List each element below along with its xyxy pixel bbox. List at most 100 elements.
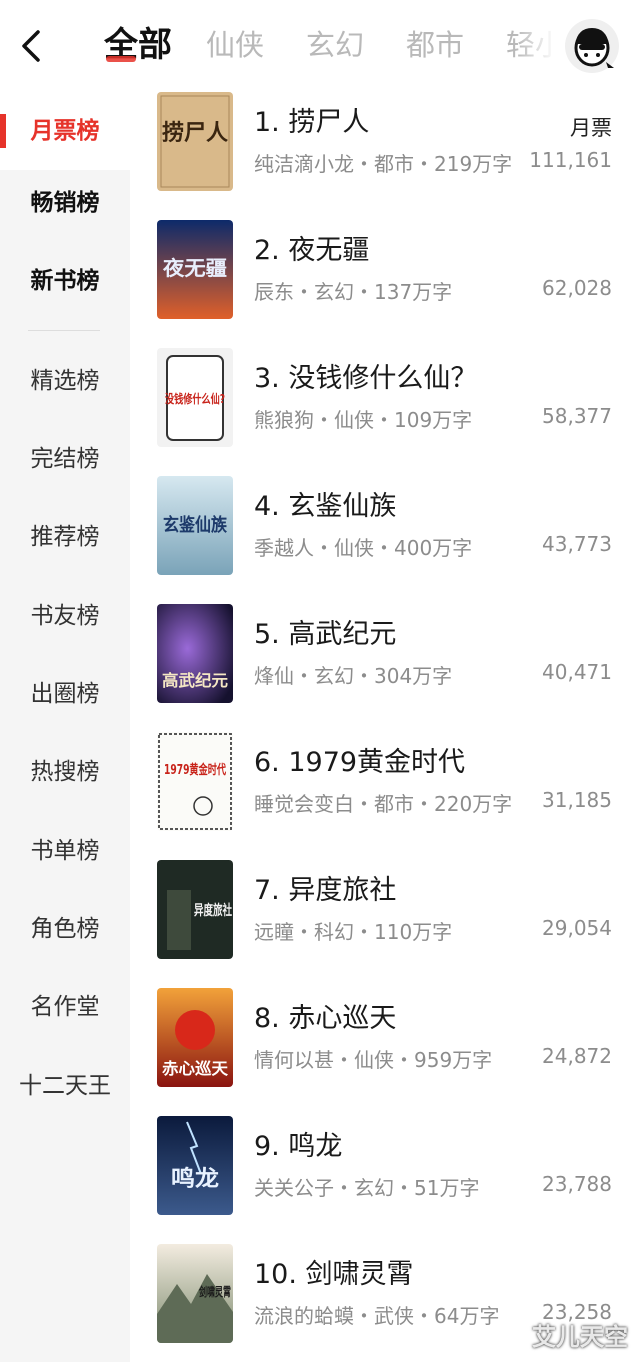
sidebar-item-masterpieces[interactable]: 名作堂 [0, 968, 130, 1046]
book-cover: 夜无疆 [157, 220, 233, 319]
mascot-icon [565, 19, 619, 73]
book-meta: 情何以甚・仙侠・959万字 [254, 1048, 493, 1072]
sidebar-item-completed[interactable]: 完结榜 [0, 420, 130, 498]
sidebar-item-bestseller[interactable]: 畅销榜 [0, 164, 130, 242]
sidebar-item-breakout[interactable]: 出圈榜 [0, 655, 130, 733]
monthly-ticket-count: 31,185 [542, 788, 612, 812]
monthly-ticket-count: 23,788 [542, 1172, 612, 1196]
monthly-ticket-count: 62,028 [542, 276, 612, 300]
monthly-ticket-count: 40,471 [542, 660, 612, 684]
sidebar-item-booklist[interactable]: 书单榜 [0, 812, 130, 890]
book-row[interactable]: 鸣龙 9. 鸣龙 关关公子・玄幻・51万字 23,788 [130, 1116, 640, 1244]
tab-xianxia[interactable]: 仙侠 [206, 22, 264, 68]
sidebar-item-label: 完结榜 [30, 446, 100, 472]
book-meta: 辰东・玄幻・137万字 [254, 280, 453, 304]
sidebar-item-label: 角色榜 [30, 916, 100, 942]
book-title: 3. 没钱修什么仙？ [254, 363, 478, 394]
category-tabs: 全部仙侠玄幻都市轻小说 [104, 22, 556, 72]
sidebar-item-label: 名作堂 [30, 994, 100, 1020]
cover-title: 1979黄金时代 [164, 762, 226, 778]
back-button[interactable] [14, 24, 50, 68]
book-title: 10. 剑啸灵霄 [254, 1259, 414, 1290]
sidebar-item-label: 十二天王 [19, 1073, 111, 1099]
ranking-list: 月票 捞尸人 1. 捞尸人 纯洁滴小龙・都市・219万字 111,161 夜无疆… [130, 92, 640, 1362]
book-meta: 烽仙・玄幻・304万字 [254, 664, 453, 688]
sidebar-item-readers[interactable]: 书友榜 [0, 577, 130, 655]
sidebar-divider [28, 330, 100, 331]
tab-dushi[interactable]: 都市 [406, 22, 464, 68]
book-title: 5. 高武纪元 [254, 619, 397, 650]
cover-title: 高武纪元 [162, 671, 228, 690]
sidebar-item-label: 新书榜 [30, 268, 100, 294]
sidebar-item-label: 畅销榜 [30, 190, 100, 216]
cover-title: 捞尸人 [162, 120, 228, 146]
book-row[interactable]: 夜无疆 2. 夜无疆 辰东・玄幻・137万字 62,028 [130, 220, 640, 348]
book-title: 7. 异度旅社 [254, 875, 397, 906]
sidebar-item-label: 出圈榜 [30, 681, 100, 707]
book-cover: 赤心巡天 [157, 988, 233, 1087]
cover-title: 异度旅社 [194, 902, 232, 919]
sidebar-item-recommended[interactable]: 推荐榜 [0, 498, 130, 576]
monthly-ticket-count: 43,773 [542, 532, 612, 556]
watermark: 艾儿天空 [532, 1323, 628, 1351]
monthly-ticket-count: 29,054 [542, 916, 612, 940]
book-cover: 鸣龙 [157, 1116, 233, 1215]
active-indicator [0, 114, 6, 148]
book-row[interactable]: 1979黄金时代 6. 1979黄金时代 睡觉会变白・都市・220万字 31,1… [130, 732, 640, 860]
sidebar-item-label: 热搜榜 [30, 759, 100, 785]
book-meta: 关关公子・玄幻・51万字 [254, 1176, 480, 1200]
book-cover: 玄鉴仙族 [157, 476, 233, 575]
sidebar-item-label: 月票榜 [30, 118, 100, 144]
tab-all[interactable]: 全部 [104, 22, 172, 68]
book-title: 1. 捞尸人 [254, 107, 370, 138]
cover-title: 夜无疆 [162, 256, 227, 280]
book-row[interactable]: 异度旅社 7. 异度旅社 远瞳・科幻・110万字 29,054 [130, 860, 640, 988]
book-cover: 高武纪元 [157, 604, 233, 703]
sidebar-item-characters[interactable]: 角色榜 [0, 890, 130, 968]
mascot-avatar-button[interactable] [562, 18, 622, 74]
monthly-ticket-count: 24,872 [542, 1044, 612, 1068]
book-row[interactable]: 玄鉴仙族 4. 玄鉴仙族 季越人・仙侠・400万字 43,773 [130, 476, 640, 604]
cover-title: 玄鉴仙族 [163, 514, 228, 536]
book-meta: 季越人・仙侠・400万字 [254, 536, 473, 560]
monthly-ticket-count: 58,377 [542, 404, 612, 428]
sidebar-item-new-books[interactable]: 新书榜 [0, 242, 130, 320]
book-title: 8. 赤心巡天 [254, 1003, 397, 1034]
sidebar-item-monthly-ticket[interactable]: 月票榜 [0, 92, 130, 170]
sidebar-item-label: 书友榜 [30, 603, 100, 629]
book-row[interactable]: 高武纪元 5. 高武纪元 烽仙・玄幻・304万字 40,471 [130, 604, 640, 732]
active-tab-indicator [106, 56, 136, 62]
book-meta: 远瞳・科幻・110万字 [254, 920, 453, 944]
sidebar-item-featured[interactable]: 精选榜 [0, 342, 130, 420]
book-row[interactable]: 赤心巡天 8. 赤心巡天 情何以甚・仙侠・959万字 24,872 [130, 988, 640, 1116]
book-title: 2. 夜无疆 [254, 235, 370, 266]
ranking-sidebar: 月票榜 畅销榜 新书榜 精选榜 完结榜 推荐榜 书友榜 出圈榜 热搜榜 书单榜 … [0, 92, 130, 1362]
tabs-fade [516, 18, 556, 74]
book-title: 9. 鸣龙 [254, 1131, 343, 1162]
book-meta: 纯洁滴小龙・都市・219万字 [254, 152, 513, 176]
cover-title: 剑啸灵霄 [198, 1284, 231, 1299]
book-cover: 1979黄金时代 [157, 732, 233, 831]
book-row[interactable]: 没钱修什么仙? 3. 没钱修什么仙？ 熊狼狗・仙侠・109万字 58,377 [130, 348, 640, 476]
tab-xuanhuan[interactable]: 玄幻 [306, 22, 364, 68]
book-cover: 异度旅社 [157, 860, 233, 959]
top-bar: 全部仙侠玄幻都市轻小说 [0, 0, 640, 92]
book-cover: 剑啸灵霄 [157, 1244, 233, 1343]
sidebar-item-label: 精选榜 [30, 368, 100, 394]
book-cover: 捞尸人 [157, 92, 233, 191]
cover-title: 没钱修什么仙? [165, 391, 225, 406]
chevron-left-icon [22, 30, 40, 62]
sidebar-item-label: 书单榜 [30, 838, 100, 864]
book-meta: 睡觉会变白・都市・220万字 [254, 792, 513, 816]
sidebar-item-label: 推荐榜 [30, 524, 100, 550]
book-meta: 流浪的蛤蟆・武侠・64万字 [254, 1304, 500, 1328]
sidebar-item-twelve-kings[interactable]: 十二天王 [0, 1047, 130, 1125]
sidebar-item-hot-search[interactable]: 热搜榜 [0, 733, 130, 811]
monthly-ticket-count: 111,161 [529, 148, 612, 172]
cover-title: 鸣龙 [171, 1166, 219, 1192]
book-title: 6. 1979黄金时代 [254, 747, 466, 778]
book-meta: 熊狼狗・仙侠・109万字 [254, 408, 473, 432]
book-cover: 没钱修什么仙? [157, 348, 233, 447]
book-row[interactable]: 捞尸人 1. 捞尸人 纯洁滴小龙・都市・219万字 111,161 [130, 92, 640, 220]
cover-title: 赤心巡天 [162, 1059, 229, 1078]
